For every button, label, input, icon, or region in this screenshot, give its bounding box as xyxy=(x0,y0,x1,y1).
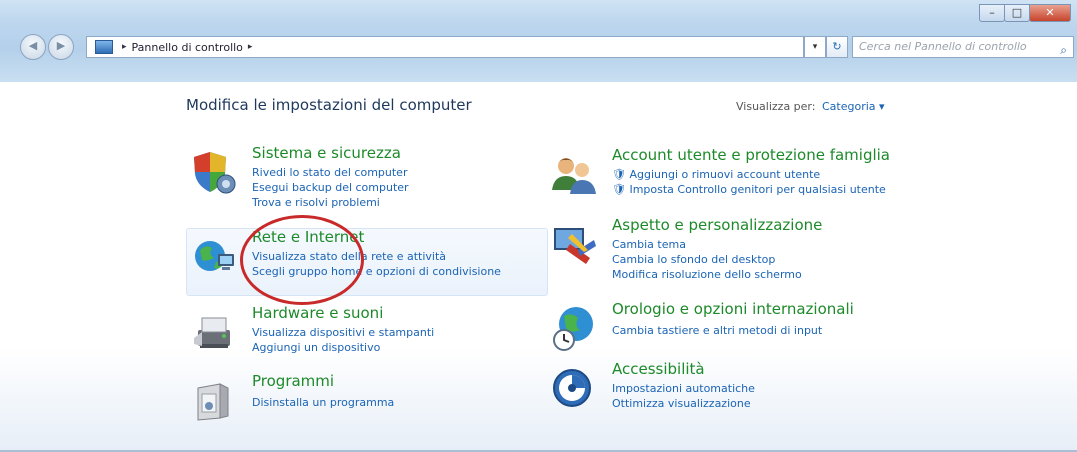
category-link[interactable]: 🛡 Imposta Controllo genitori per qualsia… xyxy=(612,183,886,196)
breadcrumb-separator[interactable]: ▸ xyxy=(122,42,127,52)
category-link[interactable]: Ottimizza visualizzazione xyxy=(612,397,751,410)
minimize-button[interactable]: – xyxy=(979,4,1005,22)
category-accessibility[interactable]: Accessibilità Impostazioni automatiche O… xyxy=(550,360,950,420)
category-link[interactable]: Rivedi lo stato del computer xyxy=(252,166,407,179)
category-link-text[interactable]: Aggiungi o rimuovi account utente xyxy=(629,168,820,181)
breadcrumb-arrow[interactable]: ▸ xyxy=(248,42,253,52)
appearance-monitor-icon xyxy=(554,228,596,264)
category-title[interactable]: Sistema e sicurezza xyxy=(252,144,401,162)
refresh-button[interactable]: ↻ xyxy=(826,36,848,58)
category-hardware-sound[interactable]: Hardware e suoni Visualizza dispositivi … xyxy=(190,304,550,364)
programs-box-icon xyxy=(197,383,229,421)
category-link[interactable]: Esegui backup del computer xyxy=(252,181,409,194)
control-panel-window: – □ ✕ ◀ ▶ ▸ Pannello di controllo ▸ ▾ ↻ … xyxy=(0,0,1077,452)
category-title[interactable]: Accessibilità xyxy=(612,360,705,378)
page-title: Modifica le impostazioni del computer xyxy=(186,96,472,114)
network-globe-icon xyxy=(195,241,234,271)
view-by-label: Visualizza per: xyxy=(736,100,816,113)
breadcrumb-control-panel[interactable]: Pannello di controllo xyxy=(132,41,243,54)
close-button[interactable]: ✕ xyxy=(1029,4,1071,22)
window-chrome: – □ ✕ ◀ ▶ ▸ Pannello di controllo ▸ ▾ ↻ … xyxy=(0,0,1077,82)
search-icon[interactable]: ⌕ xyxy=(1060,40,1067,60)
category-link[interactable]: Visualizza dispositivi e stampanti xyxy=(252,326,434,339)
category-user-accounts[interactable]: Account utente e protezione famiglia 🛡 A… xyxy=(550,146,950,206)
category-title[interactable]: Orologio e opzioni internazionali xyxy=(612,300,854,318)
category-link[interactable]: Modifica risoluzione dello schermo xyxy=(612,268,802,281)
category-link[interactable]: Trova e risolvi problemi xyxy=(252,196,380,209)
back-button[interactable]: ◀ xyxy=(20,34,46,60)
address-bar[interactable]: ▸ Pannello di controllo ▸ xyxy=(86,36,804,58)
category-title[interactable]: Aspetto e personalizzazione xyxy=(612,216,822,234)
category-link-text[interactable]: Imposta Controllo genitori per qualsiasi… xyxy=(629,183,885,196)
category-clock-region[interactable]: Orologio e opzioni internazionali Cambia… xyxy=(550,300,950,356)
control-panel-icon xyxy=(95,40,113,54)
shield-icon xyxy=(194,152,236,194)
navigation-buttons: ◀ ▶ xyxy=(20,34,76,60)
category-system-security[interactable]: Sistema e sicurezza Rivedi lo stato del … xyxy=(190,144,550,214)
red-annotation-circle xyxy=(240,215,364,305)
uac-shield-icon: 🛡 xyxy=(612,183,626,196)
category-title[interactable]: Programmi xyxy=(252,372,334,390)
category-link[interactable]: Impostazioni automatiche xyxy=(612,382,755,395)
search-input[interactable]: Cerca nel Pannello di controllo ⌕ xyxy=(852,36,1074,58)
category-appearance[interactable]: Aspetto e personalizzazione Cambia tema … xyxy=(550,216,950,286)
category-title[interactable]: Hardware e suoni xyxy=(252,304,383,322)
window-controls: – □ ✕ xyxy=(979,4,1071,24)
search-placeholder: Cerca nel Pannello di controllo xyxy=(859,40,1027,53)
forward-button[interactable]: ▶ xyxy=(48,34,74,60)
category-link[interactable]: Cambia tastiere e altri metodi di input xyxy=(612,324,822,337)
category-title[interactable]: Account utente e protezione famiglia xyxy=(612,146,890,164)
view-by-dropdown[interactable]: Categoria ▾ xyxy=(822,100,885,113)
clock-globe-icon xyxy=(553,307,593,351)
maximize-button[interactable]: □ xyxy=(1004,4,1030,22)
category-programs[interactable]: Programmi Disinstalla un programma xyxy=(190,372,550,428)
control-panel-content: Modifica le impostazioni del computer Vi… xyxy=(0,82,1077,452)
address-history-dropdown[interactable]: ▾ xyxy=(804,36,826,58)
users-icon xyxy=(552,158,596,194)
printer-icon xyxy=(194,317,230,348)
accessibility-icon xyxy=(553,369,591,407)
category-link[interactable]: 🛡 Aggiungi o rimuovi account utente xyxy=(612,168,820,181)
category-link[interactable]: Cambia lo sfondo del desktop xyxy=(612,253,775,266)
category-link[interactable]: Disinstalla un programma xyxy=(252,396,394,409)
uac-shield-icon: 🛡 xyxy=(612,168,626,181)
category-link[interactable]: Cambia tema xyxy=(612,238,686,251)
category-link[interactable]: Aggiungi un dispositivo xyxy=(252,341,380,354)
